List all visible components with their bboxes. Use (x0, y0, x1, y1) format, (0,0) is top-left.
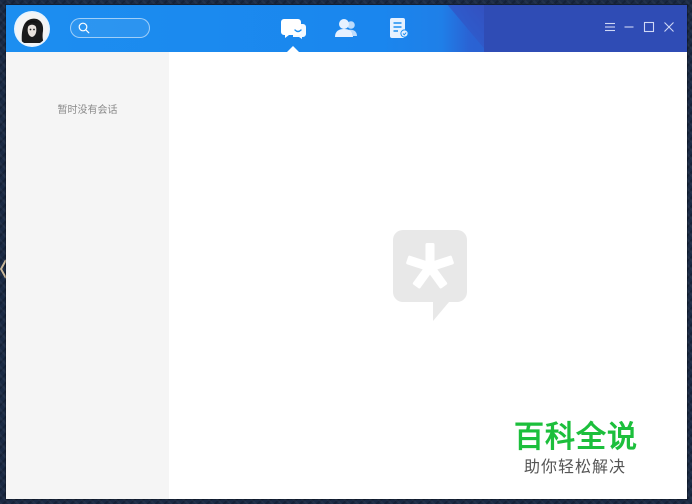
app-window: 暂时没有会话 百科全说 助你轻松解决 (6, 5, 687, 499)
tab-contacts[interactable] (333, 16, 359, 40)
document-icon (390, 18, 409, 38)
maximize-icon (643, 21, 655, 33)
chat-bubble-icon (281, 19, 306, 39)
tab-messages[interactable] (281, 16, 307, 40)
search-box[interactable] (70, 18, 150, 38)
titlebar-accent-right (484, 5, 687, 52)
avatar[interactable] (16, 13, 48, 45)
menu-button[interactable] (603, 20, 617, 34)
menu-icon (605, 22, 615, 32)
empty-conversation-text: 暂时没有会话 (57, 105, 118, 116)
avatar-image (16, 13, 48, 45)
tab-documents[interactable] (386, 16, 412, 40)
app-logo-placeholder-icon (393, 230, 467, 321)
maximize-button[interactable] (642, 20, 656, 34)
minimize-button[interactable] (622, 20, 636, 34)
search-icon (78, 22, 90, 34)
watermark-title: 百科全说 (514, 420, 638, 455)
search-input[interactable] (93, 20, 145, 36)
conversation-list: 暂时没有会话 (6, 52, 169, 499)
title-bar (6, 5, 687, 52)
watermark-subtitle: 助你轻松解决 (524, 457, 627, 476)
close-icon (664, 22, 674, 32)
minimize-icon (624, 26, 634, 28)
contacts-icon (335, 19, 357, 37)
close-button[interactable] (662, 20, 676, 34)
